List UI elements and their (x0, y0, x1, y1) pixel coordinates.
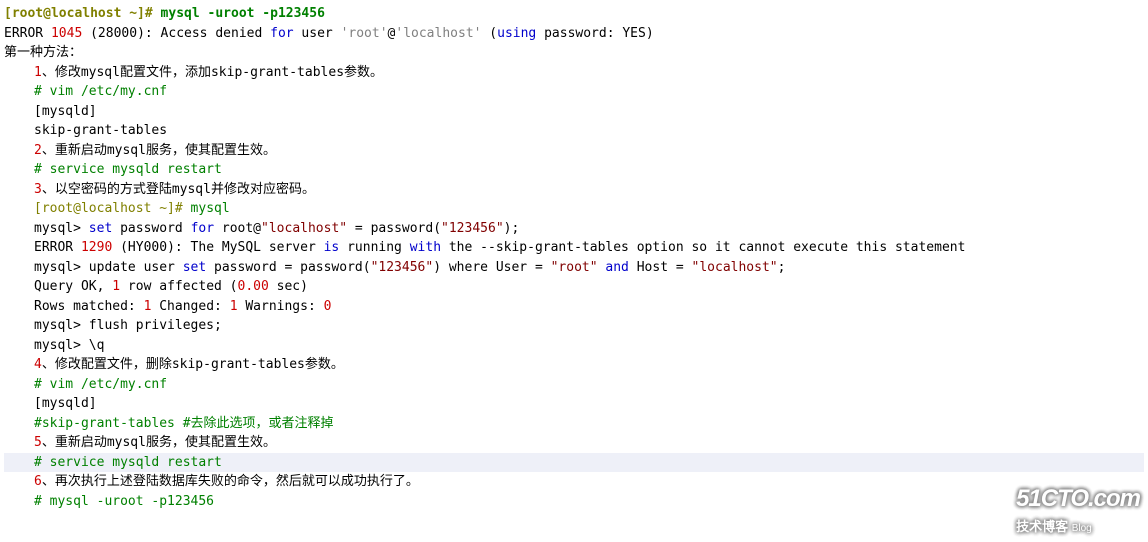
text: password (112, 221, 190, 236)
step-line: 5、重新启动mysql服务，使其配置生效。 (4, 433, 1144, 453)
text: Rows matched: (34, 299, 144, 314)
text: mysql> update user (34, 260, 183, 275)
step-text: 、再次执行上述登陆数据库失败的命令，然后就可以成功执行了。 (42, 474, 419, 489)
step-number: 1 (34, 65, 42, 80)
command-comment: # vim /etc/my.cnf (4, 375, 1144, 395)
step-text: 、重新启动mysql服务，使其配置生效。 (42, 435, 276, 450)
text: the --skip-grant-tables option so it can… (441, 240, 965, 255)
text: Changed: (151, 299, 229, 314)
terminal-line: [root@localhost ~]# mysql -uroot -p12345… (4, 4, 1144, 24)
number: 0.00 (238, 279, 269, 294)
string: 'root' (341, 26, 388, 41)
sql-line: mysql> flush privileges; (4, 316, 1144, 336)
prompt-hash: # (145, 6, 161, 21)
text: sec) (269, 279, 308, 294)
config-line: [mysqld] (4, 102, 1144, 122)
prompt: [root@localhost ~] (34, 201, 175, 216)
number: 1 (230, 299, 238, 314)
text: = password( (347, 221, 441, 236)
text: Warnings: (238, 299, 324, 314)
step-line: 6、再次执行上述登陆数据库失败的命令，然后就可以成功执行了。 (4, 472, 1144, 492)
text: password: YES) (536, 26, 653, 41)
keyword: and (605, 260, 628, 275)
keyword: for (270, 26, 293, 41)
command-comment: # service mysqld restart (4, 453, 1144, 473)
text: running (339, 240, 409, 255)
result-line: Rows matched: 1 Changed: 1 Warnings: 0 (4, 297, 1144, 317)
error-line: ERROR 1290 (HY000): The MySQL server is … (4, 238, 1144, 258)
step-text: 、重新启动mysql服务，使其配置生效。 (42, 143, 276, 158)
string: "root" (551, 260, 598, 275)
step-line: 1、修改mysql配置文件，添加skip-grant-tables参数。 (4, 63, 1144, 83)
step-text: 、修改配置文件，删除skip-grant-tables参数。 (42, 357, 344, 372)
number: 0 (324, 299, 332, 314)
keyword: with (410, 240, 441, 255)
command-comment: # mysql -uroot -p123456 (4, 492, 1144, 512)
config-line: [mysqld] (4, 394, 1144, 414)
step-number: 6 (34, 474, 42, 489)
step-number: 3 (34, 182, 42, 197)
text: ( (481, 26, 497, 41)
text: password = password( (206, 260, 370, 275)
step-line: 2、重新启动mysql服务，使其配置生效。 (4, 141, 1144, 161)
sql-line: mysql> update user set password = passwo… (4, 258, 1144, 278)
heading: 第一种方法： (4, 43, 1144, 63)
sql-line: mysql> set password for root@"localhost"… (4, 219, 1144, 239)
step-text: 、修改mysql配置文件，添加skip-grant-tables参数。 (42, 65, 383, 80)
sql-line: mysql> \q (4, 336, 1144, 356)
step-text: 、以空密码的方式登陆mysql并修改对应密码。 (42, 182, 315, 197)
text: ) where User = (433, 260, 550, 275)
text: (HY000): The MySQL server (112, 240, 323, 255)
command-comment: # vim /etc/my.cnf (4, 82, 1144, 102)
error-code: 1290 (81, 240, 112, 255)
config-line: skip-grant-tables (4, 121, 1144, 141)
step-number: 4 (34, 357, 42, 372)
text: (28000): Access denied (82, 26, 270, 41)
text: row affected ( (120, 279, 237, 294)
string: "localhost" (692, 260, 778, 275)
prompt: [root@localhost ~] (4, 6, 145, 21)
terminal-line: [root@localhost ~]# mysql (4, 199, 1144, 219)
step-line: 4、修改配置文件，删除skip-grant-tables参数。 (4, 355, 1144, 375)
string: "123456" (441, 221, 504, 236)
keyword: set (183, 260, 206, 275)
command: mysql (191, 201, 230, 216)
error-code: 1045 (51, 26, 82, 41)
result-line: Query OK, 1 row affected (0.00 sec) (4, 277, 1144, 297)
error-text: ERROR (4, 26, 51, 41)
watermark-sub: 技术博客 (1016, 519, 1068, 534)
prompt-hash: # (175, 201, 191, 216)
text: Query OK, (34, 279, 112, 294)
text: ERROR (34, 240, 81, 255)
step-line: 3、以空密码的方式登陆mysql并修改对应密码。 (4, 180, 1144, 200)
text: Host = (629, 260, 692, 275)
number: 1 (112, 279, 120, 294)
step-number: 2 (34, 143, 42, 158)
sql-prompt: mysql> (34, 221, 89, 236)
keyword: is (324, 240, 340, 255)
keyword: for (191, 221, 214, 236)
error-line: ERROR 1045 (28000): Access denied for us… (4, 24, 1144, 44)
watermark-tag: Blog (1072, 523, 1092, 534)
string: "123456" (371, 260, 434, 275)
string: "localhost" (261, 221, 347, 236)
config-comment: #skip-grant-tables #去除此选项，或者注释掉 (4, 414, 1144, 434)
text: root@ (214, 221, 261, 236)
text: ); (504, 221, 520, 236)
command: mysql -uroot -p123456 (161, 6, 325, 21)
keyword: set (89, 221, 112, 236)
keyword: using (497, 26, 536, 41)
command-comment: # service mysqld restart (4, 160, 1144, 180)
text: user (294, 26, 341, 41)
text: ; (778, 260, 786, 275)
string: 'localhost' (395, 26, 481, 41)
step-number: 5 (34, 435, 42, 450)
